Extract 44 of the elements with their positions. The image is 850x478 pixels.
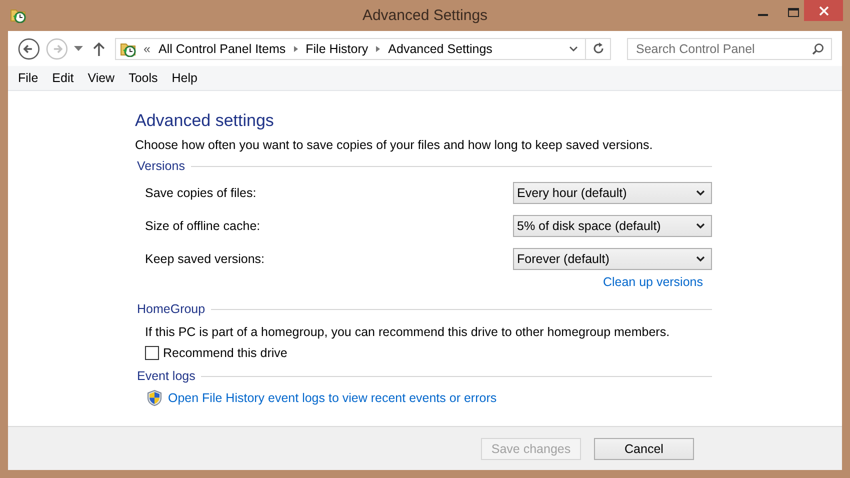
shield-icon: [147, 390, 162, 406]
checkbox[interactable]: [145, 346, 159, 360]
recent-pages-caret-icon[interactable]: [74, 46, 83, 51]
section-title: HomeGroup: [137, 302, 206, 316]
file-history-icon: [120, 40, 138, 56]
overflow-chevron[interactable]: «: [144, 42, 150, 56]
checkbox-label[interactable]: Recommend this drive: [163, 346, 288, 360]
event-logs-link[interactable]: Open File History event logs to view recent events or errors: [168, 391, 497, 405]
maximize-icon[interactable]: [788, 8, 799, 17]
clean-up-link[interactable]: Clean up versions: [602, 275, 703, 289]
app-icon: [10, 7, 28, 23]
homegroup-text: If this PC is part of a homegroup, you can recommend this drive to other homegroup members.: [144, 324, 671, 341]
menu-item[interactable]: Edit: [45, 71, 81, 85]
setting-label: Size of offline cache:: [145, 218, 262, 232]
page-heading: Advanced settings: [135, 111, 274, 131]
menu-item[interactable]: View: [80, 71, 122, 85]
dropdown[interactable]: 5% of disk space (default): [513, 214, 712, 236]
back-button[interactable]: [18, 38, 40, 60]
menu-item[interactable]: File: [11, 71, 46, 85]
search-icon[interactable]: [812, 42, 824, 54]
menu-item[interactable]: Tools: [122, 71, 165, 85]
breadcrumb-item[interactable]: All Control Panel Items: [158, 42, 286, 56]
breadcrumb-item[interactable]: Advanced Settings: [388, 42, 492, 56]
menu-item[interactable]: Help: [164, 71, 204, 85]
section-title: Event logs: [137, 369, 196, 383]
refresh-icon[interactable]: [592, 42, 605, 55]
dialog-button[interactable]: Cancel: [594, 438, 694, 460]
close-button[interactable]: [804, 0, 843, 21]
search-field[interactable]: Search Control Panel: [627, 38, 832, 60]
breadcrumb-item[interactable]: File History: [306, 42, 368, 56]
caret-icon: [696, 256, 705, 262]
setting-label: Save copies of files:: [145, 186, 258, 200]
setting-label: Keep saved versions:: [145, 252, 266, 266]
dropdown[interactable]: Forever (default): [513, 248, 712, 270]
description-text: Choose how often you want to save copies of your files and how long to keep saved versions.: [135, 138, 654, 152]
caret-icon: [696, 190, 705, 196]
dropdown[interactable]: Every hour (default): [513, 182, 712, 204]
address-bar[interactable]: « All Control Panel Items File History Advanced Settings: [114, 38, 612, 60]
caret-icon: [696, 222, 705, 228]
window-title: Advanced Settings: [362, 7, 488, 24]
section-title: Versions: [137, 159, 185, 173]
up-arrow-icon[interactable]: [92, 42, 105, 56]
close-icon: [818, 6, 828, 16]
history-caret-icon[interactable]: [569, 46, 578, 52]
